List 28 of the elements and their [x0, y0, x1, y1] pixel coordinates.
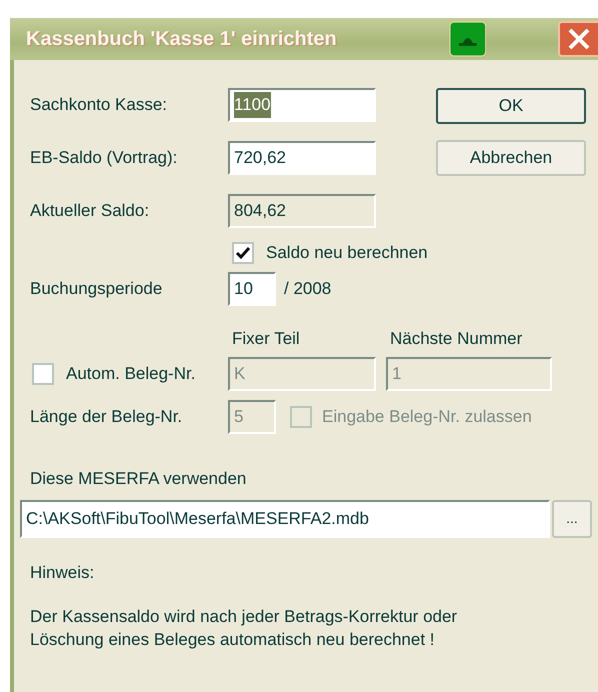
- close-icon: [566, 26, 592, 52]
- input-field[interactable]: 1100: [228, 88, 376, 122]
- cancel-button[interactable]: Abbrechen: [436, 140, 586, 176]
- input-field[interactable]: 804,62: [228, 194, 376, 228]
- note-heading: Hinweis:: [30, 562, 96, 584]
- browse-button[interactable]: ...: [552, 500, 592, 538]
- year-text: / 2008: [284, 278, 332, 300]
- column-heading: Nächste Nummer: [390, 328, 522, 350]
- checkbox[interactable]: [32, 363, 54, 385]
- checkbox-label: Eingabe Beleg-Nr. zulassen: [322, 406, 532, 428]
- period-field[interactable]: 10: [228, 272, 276, 306]
- app-icon: [448, 21, 486, 57]
- note-text: Der Kassensaldo wird nach jeder Betrags-Korrektur oder Löschung eines Beleges automatisch neu berechnet !: [30, 606, 458, 651]
- field-label: Aktueller Saldo:: [30, 200, 150, 222]
- checkbox-label: Autom. Beleg-Nr.: [66, 363, 196, 386]
- window-title: Kassenbuch 'Kasse 1' einrichten: [26, 27, 338, 52]
- field-label: EB-Saldo (Vortrag):: [30, 147, 178, 170]
- column-heading: Fixer Teil: [232, 328, 301, 350]
- field-label: Länge der Beleg-Nr.: [30, 406, 184, 428]
- field-label: Buchungsperiode: [30, 278, 164, 300]
- checkbox[interactable]: [232, 242, 254, 264]
- field-label: Sachkonto Kasse:: [30, 94, 168, 116]
- ok-button[interactable]: OK: [436, 88, 586, 124]
- close-button[interactable]: [558, 21, 598, 57]
- input-field[interactable]: 720,62: [228, 141, 376, 175]
- checkbox-label: Saldo neu berechnen: [266, 242, 428, 264]
- section-label: Diese MESERFA verwenden: [30, 468, 248, 490]
- path-field[interactable]: C:\AKSoft\FibuTool\Meserfa\MESERFA2.mdb: [20, 500, 550, 538]
